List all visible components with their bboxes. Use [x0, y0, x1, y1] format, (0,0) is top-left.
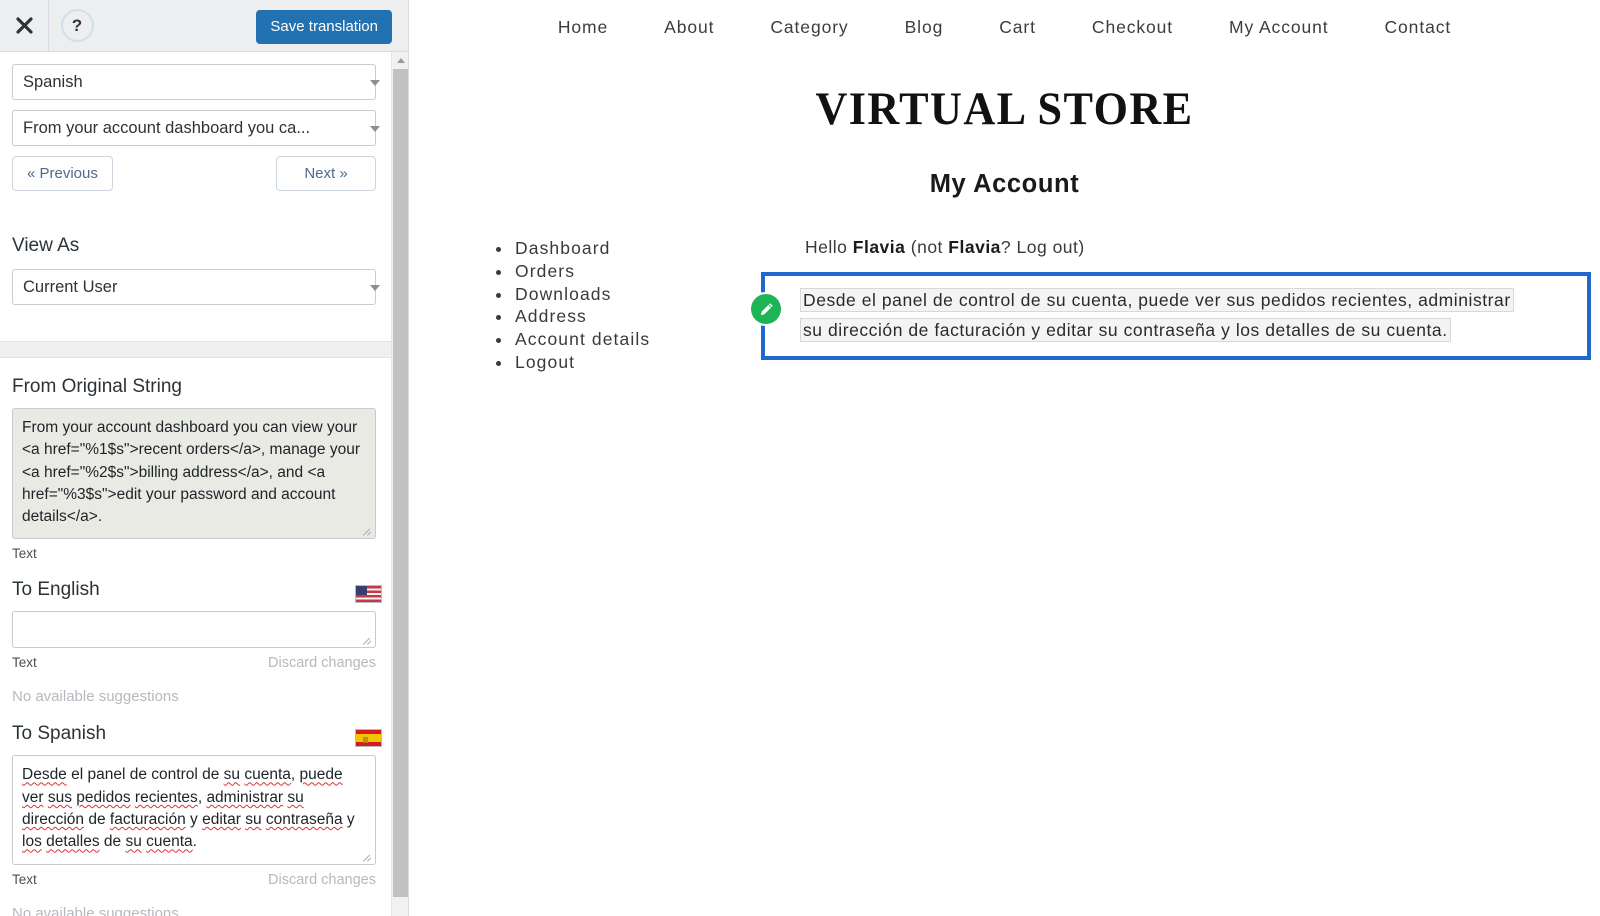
nav-item-cart[interactable]: Cart: [999, 17, 1036, 38]
nav-item-about[interactable]: About: [664, 17, 714, 38]
language-select[interactable]: Spanish: [12, 64, 376, 100]
language-select-value: Spanish: [23, 72, 83, 91]
close-icon: [15, 16, 34, 35]
greeting-logout-link[interactable]: ? Log out): [1001, 237, 1085, 257]
site-navigation: Home About Category Blog Cart Checkout M…: [409, 0, 1600, 38]
string-pagination: « Previous Next »: [12, 156, 376, 191]
to-english-type: Text: [12, 655, 37, 671]
site-preview-pane: Home About Category Blog Cart Checkout M…: [409, 0, 1600, 916]
original-string-title: From Original String: [12, 376, 182, 397]
save-translation-button[interactable]: Save translation: [256, 10, 392, 44]
translated-paragraph: Desde el panel de control de su cuenta, …: [800, 285, 1577, 345]
original-string-textarea[interactable]: From your account dashboard you can view…: [12, 408, 376, 540]
nav-item-category[interactable]: Category: [770, 17, 848, 38]
account-menu-item-orders[interactable]: Orders: [513, 260, 650, 283]
flag-us-icon: [355, 585, 382, 604]
resize-grip-icon: [363, 527, 373, 537]
pencil-edit-icon[interactable]: [751, 294, 781, 324]
to-english-textarea[interactable]: [12, 611, 376, 649]
original-string-meta: Text: [12, 546, 376, 561]
original-string-value: From your account dashboard you can view…: [22, 419, 361, 526]
site-logo-title: VIRTUAL STORE: [815, 83, 1194, 135]
original-string-type: Text: [12, 546, 37, 562]
nav-item-home[interactable]: Home: [558, 17, 608, 38]
greeting-username-alt: Flavia: [948, 237, 1001, 257]
nav-item-blog[interactable]: Blog: [905, 17, 944, 38]
translated-line-2: su dirección de facturación y editar su …: [800, 318, 1451, 342]
app-screen: ? Save translation Spanish From your acc…: [0, 0, 1600, 916]
to-spanish-textarea[interactable]: Desde el panel de control de su cuenta, …: [12, 755, 376, 865]
nav-item-checkout[interactable]: Checkout: [1092, 17, 1173, 38]
to-spanish-discard-changes[interactable]: Discard changes: [268, 872, 376, 888]
account-menu-item-dashboard[interactable]: Dashboard: [513, 237, 650, 260]
account-menu-item-logout[interactable]: Logout: [513, 351, 650, 374]
to-english-label: To English: [12, 579, 100, 601]
section-divider: [0, 341, 408, 358]
to-english-title: To English: [12, 579, 392, 604]
editor-body: Spanish From your account dashboard you …: [0, 52, 408, 916]
to-english-discard-changes[interactable]: Discard changes: [268, 655, 376, 671]
editor-header: ? Save translation: [0, 0, 408, 52]
string-select-wrapper: From your account dashboard you ca...: [12, 110, 392, 146]
editor-controls: Spanish From your account dashboard you …: [0, 52, 408, 305]
close-editor-button[interactable]: [0, 0, 48, 52]
view-as-label: View As: [12, 235, 80, 256]
account-nav-menu: Dashboard Orders Downloads Address Accou…: [491, 237, 650, 374]
account-menu-item-account-details[interactable]: Account details: [513, 328, 650, 351]
to-spanish-meta: Text Discard changes: [12, 872, 376, 888]
greeting-line: Hello Flavia (not Flavia? Log out): [805, 237, 1591, 258]
resize-grip-icon: [363, 636, 373, 646]
resize-grip-icon: [363, 853, 373, 863]
help-button[interactable]: ?: [49, 0, 105, 52]
greeting-username: Flavia: [852, 237, 906, 257]
to-english-suggestions: No available suggestions: [12, 688, 179, 706]
nav-item-contact[interactable]: Contact: [1385, 17, 1452, 38]
next-string-button[interactable]: Next »: [276, 156, 376, 191]
account-content: Hello Flavia (not Flavia? Log out) Desde…: [751, 237, 1591, 360]
flag-es-icon: [355, 729, 382, 748]
to-english-meta: Text Discard changes: [12, 655, 376, 671]
language-select-wrapper: Spanish: [12, 64, 392, 100]
view-as-select-value: Current User: [23, 277, 118, 296]
translation-fields: From Original String From your account d…: [0, 376, 408, 916]
scrollbar-up-arrow-icon[interactable]: [392, 52, 408, 69]
help-question-icon: ?: [60, 9, 94, 42]
previous-string-button[interactable]: « Previous: [12, 156, 113, 191]
to-spanish-value: Desde el panel de control de su cuenta, …: [22, 766, 355, 851]
greeting-hello: Hello: [805, 237, 848, 257]
translated-line-1: Desde el panel de control de su cuenta, …: [800, 288, 1514, 312]
translatable-string-highlight[interactable]: Desde el panel de control de su cuenta, …: [751, 272, 1591, 360]
translation-editor-sidebar: ? Save translation Spanish From your acc…: [0, 0, 409, 916]
greeting-not-prefix: (not: [910, 237, 943, 257]
string-select-value: From your account dashboard you ca...: [23, 118, 311, 137]
to-spanish-type: Text: [12, 871, 37, 887]
sidebar-scrollbar[interactable]: [391, 52, 408, 916]
scrollbar-thumb[interactable]: [393, 69, 408, 897]
view-as-select[interactable]: Current User: [12, 269, 376, 305]
to-spanish-title: To Spanish: [12, 723, 392, 748]
account-menu-item-downloads[interactable]: Downloads: [513, 283, 650, 306]
to-spanish-label: To Spanish: [12, 723, 107, 745]
view-as-select-wrapper: Current User: [12, 269, 392, 305]
account-menu-item-address[interactable]: Address: [513, 305, 650, 328]
page-title: My Account: [929, 170, 1080, 198]
to-spanish-suggestions: No available suggestions: [12, 904, 179, 916]
string-select[interactable]: From your account dashboard you ca...: [12, 110, 376, 146]
nav-item-my-account[interactable]: My Account: [1229, 17, 1328, 38]
